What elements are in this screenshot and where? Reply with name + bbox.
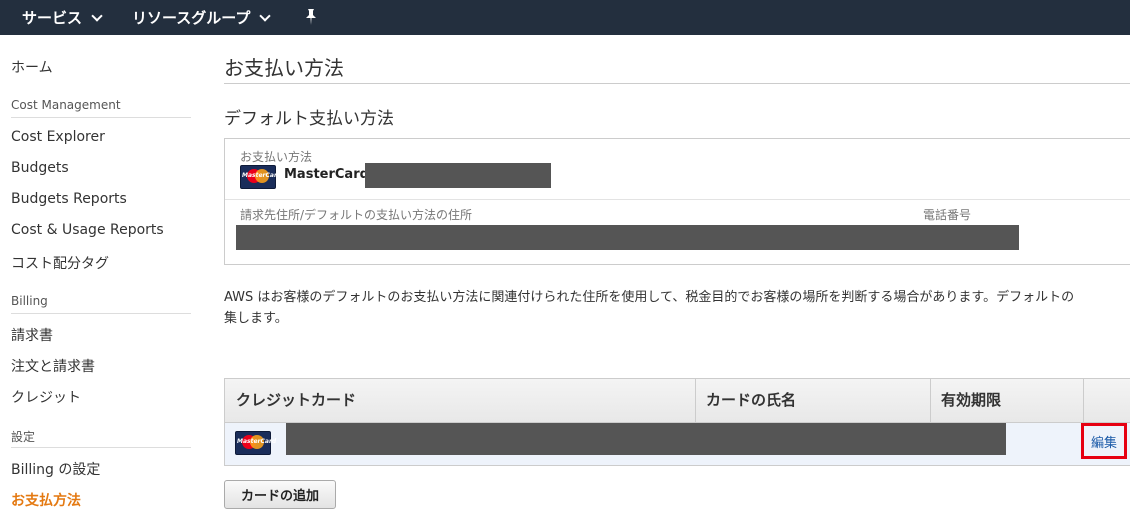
note-line: AWS はお客様のデフォルトのお支払い方法に関連付けられた住所を使用して、税金目… bbox=[224, 290, 1075, 305]
pin-icon[interactable] bbox=[303, 8, 319, 26]
sidebar-divider bbox=[11, 447, 191, 448]
redacted-card-details bbox=[286, 423, 1006, 455]
mastercard-logo-icon: MasterCard bbox=[235, 431, 276, 455]
sidebar-heading-billing: Billing bbox=[11, 294, 48, 308]
services-label: サービス bbox=[22, 9, 83, 27]
chevron-down-icon bbox=[259, 9, 272, 22]
top-navigation-bar: サービス リソースグループ bbox=[0, 0, 1130, 35]
add-card-button[interactable]: カードの追加 bbox=[224, 480, 336, 509]
sidebar-item-cost-explorer[interactable]: Cost Explorer bbox=[11, 129, 105, 145]
sidebar-item-bills[interactable]: 請求書 bbox=[11, 325, 53, 345]
page-title: お支払い方法 bbox=[224, 56, 344, 80]
sidebar-item-budgets-reports[interactable]: Budgets Reports bbox=[11, 191, 127, 207]
sidebar-item-payment-methods[interactable]: お支払方法 bbox=[11, 490, 81, 510]
chevron-down-icon bbox=[91, 9, 103, 22]
sidebar-heading-cost-management: Cost Management bbox=[11, 98, 121, 112]
sidebar-item-orders-invoices[interactable]: 注文と請求書 bbox=[11, 356, 95, 376]
sidebar-item-billing-preferences[interactable]: Billing の設定 bbox=[11, 459, 100, 479]
column-header-expiration: 有効期限 bbox=[941, 391, 1002, 409]
sidebar-heading-settings: 設定 bbox=[11, 430, 36, 444]
sidebar-item-budgets[interactable]: Budgets bbox=[11, 160, 69, 176]
title-divider bbox=[224, 83, 1130, 84]
sidebar-item-credits[interactable]: クレジット bbox=[11, 387, 81, 407]
resource-groups-menu[interactable]: リソースグループ bbox=[132, 0, 272, 35]
sidebar-divider bbox=[11, 117, 191, 118]
sidebar-item-cost-allocation-tags[interactable]: コスト配分タグ bbox=[11, 253, 109, 273]
sidebar-item-home[interactable]: ホーム bbox=[11, 57, 53, 77]
edit-card-link[interactable]: 編集 bbox=[1081, 423, 1127, 459]
panel-divider bbox=[225, 199, 1130, 200]
card-brand: MasterCard bbox=[284, 167, 369, 182]
sidebar-divider bbox=[11, 313, 191, 314]
tax-location-note: AWS はお客様のデフォルトのお支払い方法に関連付けられた住所を使用して、税金目… bbox=[224, 287, 1130, 329]
redacted-address bbox=[236, 225, 1019, 250]
column-divider bbox=[1083, 379, 1084, 422]
phone-label: 電話番号 bbox=[923, 208, 972, 222]
redacted-card-number bbox=[365, 163, 551, 188]
sidebar-item-cost-usage-reports[interactable]: Cost & Usage Reports bbox=[11, 222, 164, 238]
billing-address-label: 請求先住所/デフォルトの支払い方法の住所 bbox=[240, 208, 473, 222]
note-line: 集します。 bbox=[224, 311, 288, 326]
table-header: クレジットカード カードの氏名 有効期限 bbox=[225, 379, 1130, 423]
column-divider bbox=[695, 379, 696, 422]
column-header-credit-card: クレジットカード bbox=[236, 391, 357, 409]
payment-method-label: お支払い方法 bbox=[240, 150, 313, 164]
column-header-cardholder-name: カードの氏名 bbox=[706, 391, 797, 409]
mastercard-logo-icon: MasterCard bbox=[240, 165, 281, 189]
column-divider bbox=[930, 379, 931, 422]
default-payment-section-title: デフォルト支払い方法 bbox=[224, 109, 394, 129]
services-menu[interactable]: サービス bbox=[22, 0, 103, 35]
resource-groups-label: リソースグループ bbox=[132, 9, 251, 27]
